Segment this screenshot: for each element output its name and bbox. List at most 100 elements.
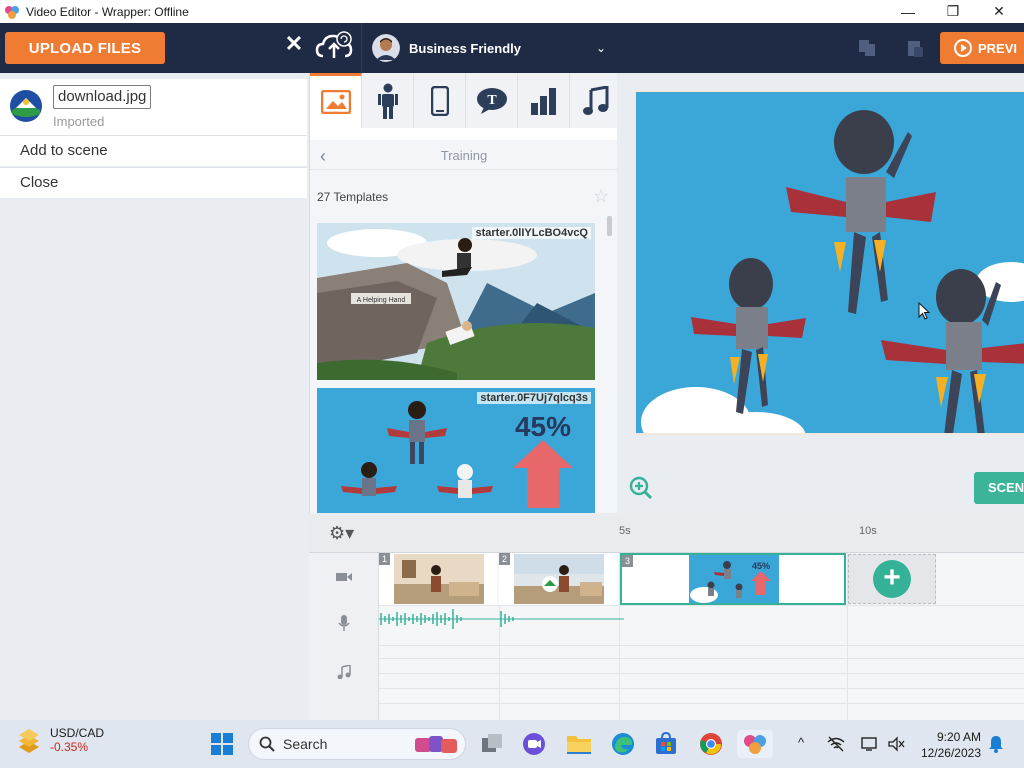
stage-area: SCEN [617, 73, 1024, 513]
tick-label: 5s [619, 525, 631, 537]
tab-charts[interactable] [518, 73, 570, 128]
volume-muted-icon[interactable] [884, 732, 908, 756]
edge-browser-icon[interactable] [609, 730, 637, 758]
asset-status: Imported [53, 114, 105, 129]
timeline-grid: 1 2 3 45% + [379, 553, 1024, 720]
video-camera-icon [309, 571, 379, 586]
clock-date: 12/26/2023 [920, 746, 981, 760]
template-id: starter.0F7Uj7qlcq3s [477, 392, 591, 404]
scene-clip-selected[interactable]: 3 45% [620, 553, 846, 605]
tray-overflow-icon[interactable]: ^ [798, 735, 804, 750]
timeline-track-headers [309, 553, 379, 720]
theme-selector[interactable]: Business Friendly ⌄ [361, 23, 616, 73]
timeline-settings-icon[interactable]: ⚙▾ [329, 523, 361, 543]
template-thumbnail: 45% [317, 388, 595, 513]
close-panel-icon[interactable]: ✕ [284, 33, 304, 55]
music-note-icon [583, 85, 609, 115]
template-card[interactable]: 45% starter.0F7Uj7qlcq3s [317, 388, 595, 513]
add-to-scene-menu-item[interactable]: Add to scene [0, 135, 307, 166]
app-icon [5, 5, 19, 19]
maximize-button[interactable]: ❐ [930, 0, 976, 23]
template-caption: A Helping Hand [357, 297, 406, 304]
category-title: Training [440, 148, 488, 163]
upload-files-button[interactable]: UPLOAD FILES [5, 32, 165, 64]
character-icon [377, 83, 398, 119]
tab-text[interactable]: T [466, 73, 518, 128]
template-caption: 45% [515, 411, 571, 442]
file-explorer-icon[interactable] [565, 730, 593, 758]
zoom-in-icon[interactable] [629, 476, 653, 500]
add-scene-button[interactable]: + [848, 554, 936, 604]
bar-chart-icon [530, 87, 556, 115]
chat-icon[interactable] [520, 730, 548, 758]
copy-icon[interactable] [857, 38, 877, 58]
template-id: starter.0lIYLcBO4vcQ [472, 227, 591, 239]
video-editor-app: Video Editor - Wrapper: Offline — ❐ ✕ UP… [0, 0, 1024, 768]
image-icon [320, 90, 351, 114]
close-menu-item[interactable]: Close [0, 167, 307, 198]
ticker-change: -0.35% [50, 740, 89, 754]
search-icon [259, 736, 275, 752]
microphone-icon [309, 615, 379, 634]
speech-bubble-icon: T [476, 87, 507, 114]
theme-name: Business Friendly [409, 40, 521, 56]
windows-taskbar: USD/CAD -0.35% Search ^ 9:20 AM 12/26/20… [0, 720, 1024, 768]
taskbar-search-box[interactable]: Search [248, 728, 466, 760]
network-offline-icon[interactable] [824, 732, 848, 756]
timeline-panel: ⚙▾ 5s 10s 1 2 3 45% + [309, 513, 1024, 720]
chrome-browser-icon[interactable] [697, 730, 725, 758]
tabs-underline [310, 128, 618, 140]
minimize-button[interactable]: — [885, 0, 931, 23]
currency-icon [19, 729, 39, 753]
music-note-icon [309, 664, 379, 682]
ticker-pair: USD/CAD [50, 726, 105, 740]
voice-waveform[interactable] [379, 607, 624, 631]
tick-label: 10s [859, 525, 877, 537]
windows-start-icon[interactable] [211, 733, 233, 755]
tab-props[interactable] [414, 73, 466, 128]
preview-label: PREVI [978, 40, 1018, 56]
task-view-icon[interactable] [478, 730, 506, 758]
close-window-button[interactable]: ✕ [976, 0, 1022, 23]
tab-images[interactable] [310, 73, 362, 128]
scene-artwork [636, 92, 1024, 433]
scene-clip[interactable]: 2 [499, 553, 617, 605]
clip-caption: 45% [752, 561, 770, 571]
timeline-ruler: ⚙▾ 5s 10s [309, 513, 1024, 553]
library-scrollbar[interactable] [607, 216, 612, 236]
mouse-cursor [918, 302, 930, 320]
stock-ticker-widget[interactable]: USD/CAD -0.35% [16, 726, 104, 754]
clip-thumbnail: 45% [689, 555, 779, 603]
clip-thumbnail [394, 554, 484, 604]
clip-number: 3 [622, 555, 633, 567]
clip-number: 1 [379, 553, 390, 565]
phone-icon [430, 85, 449, 116]
template-thumbnail: A Helping Hand [317, 223, 595, 380]
search-placeholder: Search [283, 736, 328, 752]
preview-button[interactable]: PREVI [940, 32, 1024, 64]
video-editor-taskbar-icon[interactable] [737, 730, 773, 758]
window-title: Video Editor - Wrapper: Offline [26, 4, 189, 19]
taskbar-clock[interactable]: 9:20 AM 12/26/2023 [917, 729, 981, 761]
scene-clip[interactable]: 1 [379, 553, 497, 605]
favorite-star-icon[interactable]: ☆ [593, 186, 609, 207]
scene-button[interactable]: SCEN [974, 472, 1024, 504]
clip-thumbnail [514, 554, 604, 604]
plus-icon: + [873, 560, 911, 598]
tab-characters[interactable] [362, 73, 414, 128]
cloud-upload-icon[interactable] [315, 30, 353, 62]
template-card[interactable]: A Helping Hand starter.0lIYLcBO4vcQ [317, 223, 595, 380]
asset-filename-field[interactable]: download.jpg [53, 85, 152, 109]
tab-audio[interactable] [570, 73, 622, 128]
microsoft-store-icon[interactable] [652, 730, 680, 758]
notification-bell-icon[interactable] [984, 732, 1008, 756]
theme-avatar [372, 34, 400, 62]
search-highlight-icon [415, 736, 457, 753]
scene-canvas[interactable] [634, 90, 1024, 435]
play-icon [954, 39, 972, 57]
asset-thumbnail [8, 88, 44, 124]
asset-library-panel: T ‹ Training 27 Templates ☆ A Helping Ha… [309, 73, 618, 513]
display-icon[interactable] [858, 732, 882, 756]
paste-icon[interactable] [905, 38, 925, 58]
asset-item[interactable]: download.jpg Imported [0, 79, 307, 137]
